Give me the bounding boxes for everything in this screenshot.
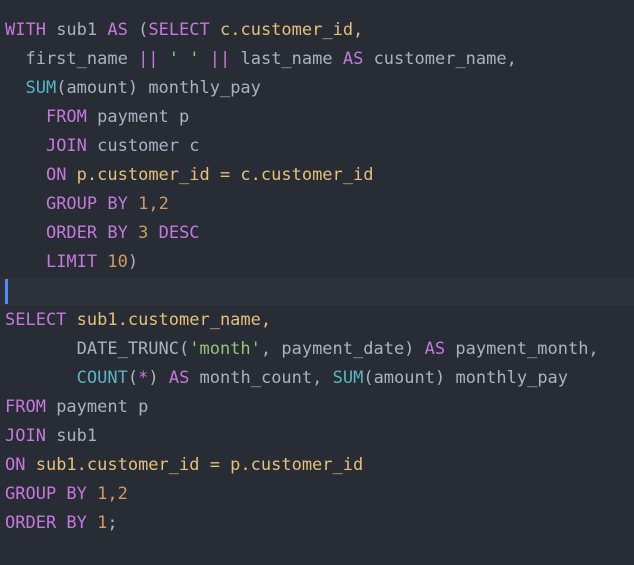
code-token: ): [148, 368, 169, 388]
code-token: AS: [424, 339, 446, 359]
code-token: month_count,: [189, 368, 333, 388]
code-token: AS: [342, 49, 364, 69]
sql-code-editor[interactable]: WITH sub1 AS (SELECT c.customer_id, firs…: [0, 0, 634, 565]
code-line[interactable]: ORDER BY 3 DESC: [0, 219, 634, 248]
code-line[interactable]: GROUP BY 1,2: [0, 190, 634, 219]
code-token: WITH: [5, 20, 46, 40]
code-token: payment p: [45, 397, 149, 417]
code-token: GROUP BY: [5, 484, 87, 504]
code-token: sub1.customer_name,: [66, 310, 272, 330]
code-token: 1,2: [138, 194, 169, 214]
code-token: (amount) monthly_pay: [56, 78, 261, 98]
text-cursor: [5, 279, 8, 304]
code-token: sub1: [45, 426, 98, 446]
code-token: 'month': [189, 339, 261, 359]
code-line[interactable]: SELECT sub1.customer_name,: [0, 306, 634, 335]
code-token: ON: [5, 455, 26, 475]
code-token: DESC: [158, 223, 200, 243]
code-token: SUM: [332, 368, 364, 388]
code-line[interactable]: GROUP BY 1,2: [0, 480, 634, 509]
code-token: AS: [168, 368, 190, 388]
code-line[interactable]: JOIN customer c: [0, 132, 634, 161]
code-token: JOIN: [45, 136, 87, 156]
code-line[interactable]: FROM payment p: [0, 393, 634, 422]
code-token: payment_month,: [445, 339, 599, 359]
code-token: SELECT: [148, 20, 210, 40]
code-token: LIMIT: [45, 252, 98, 272]
code-token: sub1.customer_id = p.customer_id: [25, 455, 364, 475]
code-token: 3: [138, 223, 149, 243]
code-line[interactable]: FROM payment p: [0, 103, 634, 132]
code-token: (amount) monthly_pay: [363, 368, 569, 388]
code-token: 1: [97, 513, 108, 533]
code-token: ON: [45, 165, 67, 185]
code-token: ;: [107, 513, 118, 533]
code-token: SUM: [25, 78, 57, 98]
code-token: ): [127, 252, 139, 272]
code-token: 10: [107, 252, 128, 272]
code-line[interactable]: ORDER BY 1;: [0, 509, 634, 538]
code-token: ||: [209, 49, 231, 69]
code-line[interactable]: first_name || ' ' || last_name AS custom…: [0, 45, 634, 74]
code-line[interactable]: ON p.customer_id = c.customer_id: [0, 161, 634, 190]
code-token: FROM: [5, 397, 46, 417]
code-token: (: [127, 368, 139, 388]
code-line[interactable]: DATE_TRUNC('month', payment_date) AS pay…: [0, 335, 634, 364]
code-token: customer_name,: [363, 49, 517, 69]
code-token: ORDER BY: [45, 223, 128, 243]
code-token: first_name: [5, 49, 139, 69]
code-token: AS: [107, 20, 128, 40]
code-token: ' ': [168, 49, 200, 69]
code-line[interactable]: SUM(amount) monthly_pay: [0, 74, 634, 103]
code-token: JOIN: [5, 426, 46, 446]
code-line[interactable]: [0, 277, 634, 306]
code-token: customer c: [86, 136, 200, 156]
code-token: p.customer_id = c.customer_id: [66, 165, 374, 185]
code-token: FROM: [45, 107, 87, 127]
code-line[interactable]: ON sub1.customer_id = p.customer_id: [0, 451, 634, 480]
code-token: , payment_date): [260, 339, 425, 359]
code-token: COUNT: [76, 368, 128, 388]
code-token: last_name: [230, 49, 343, 69]
code-token: *: [138, 368, 149, 388]
code-line[interactable]: JOIN sub1: [0, 422, 634, 451]
code-token: ||: [138, 49, 159, 69]
code-line[interactable]: LIMIT 10): [0, 248, 634, 277]
code-token: c.customer_id,: [209, 20, 364, 40]
code-token: payment p: [86, 107, 190, 127]
code-token: (: [127, 20, 149, 40]
code-line[interactable]: WITH sub1 AS (SELECT c.customer_id,: [0, 16, 634, 45]
code-token: sub1: [45, 20, 108, 40]
code-token: ORDER BY: [5, 513, 87, 533]
code-token: DATE_TRUNC(: [5, 339, 190, 359]
code-token: 1,2: [97, 484, 128, 504]
code-token: SELECT: [5, 310, 67, 330]
code-token: GROUP BY: [45, 194, 128, 214]
code-line[interactable]: COUNT(*) AS month_count, SUM(amount) mon…: [0, 364, 634, 393]
